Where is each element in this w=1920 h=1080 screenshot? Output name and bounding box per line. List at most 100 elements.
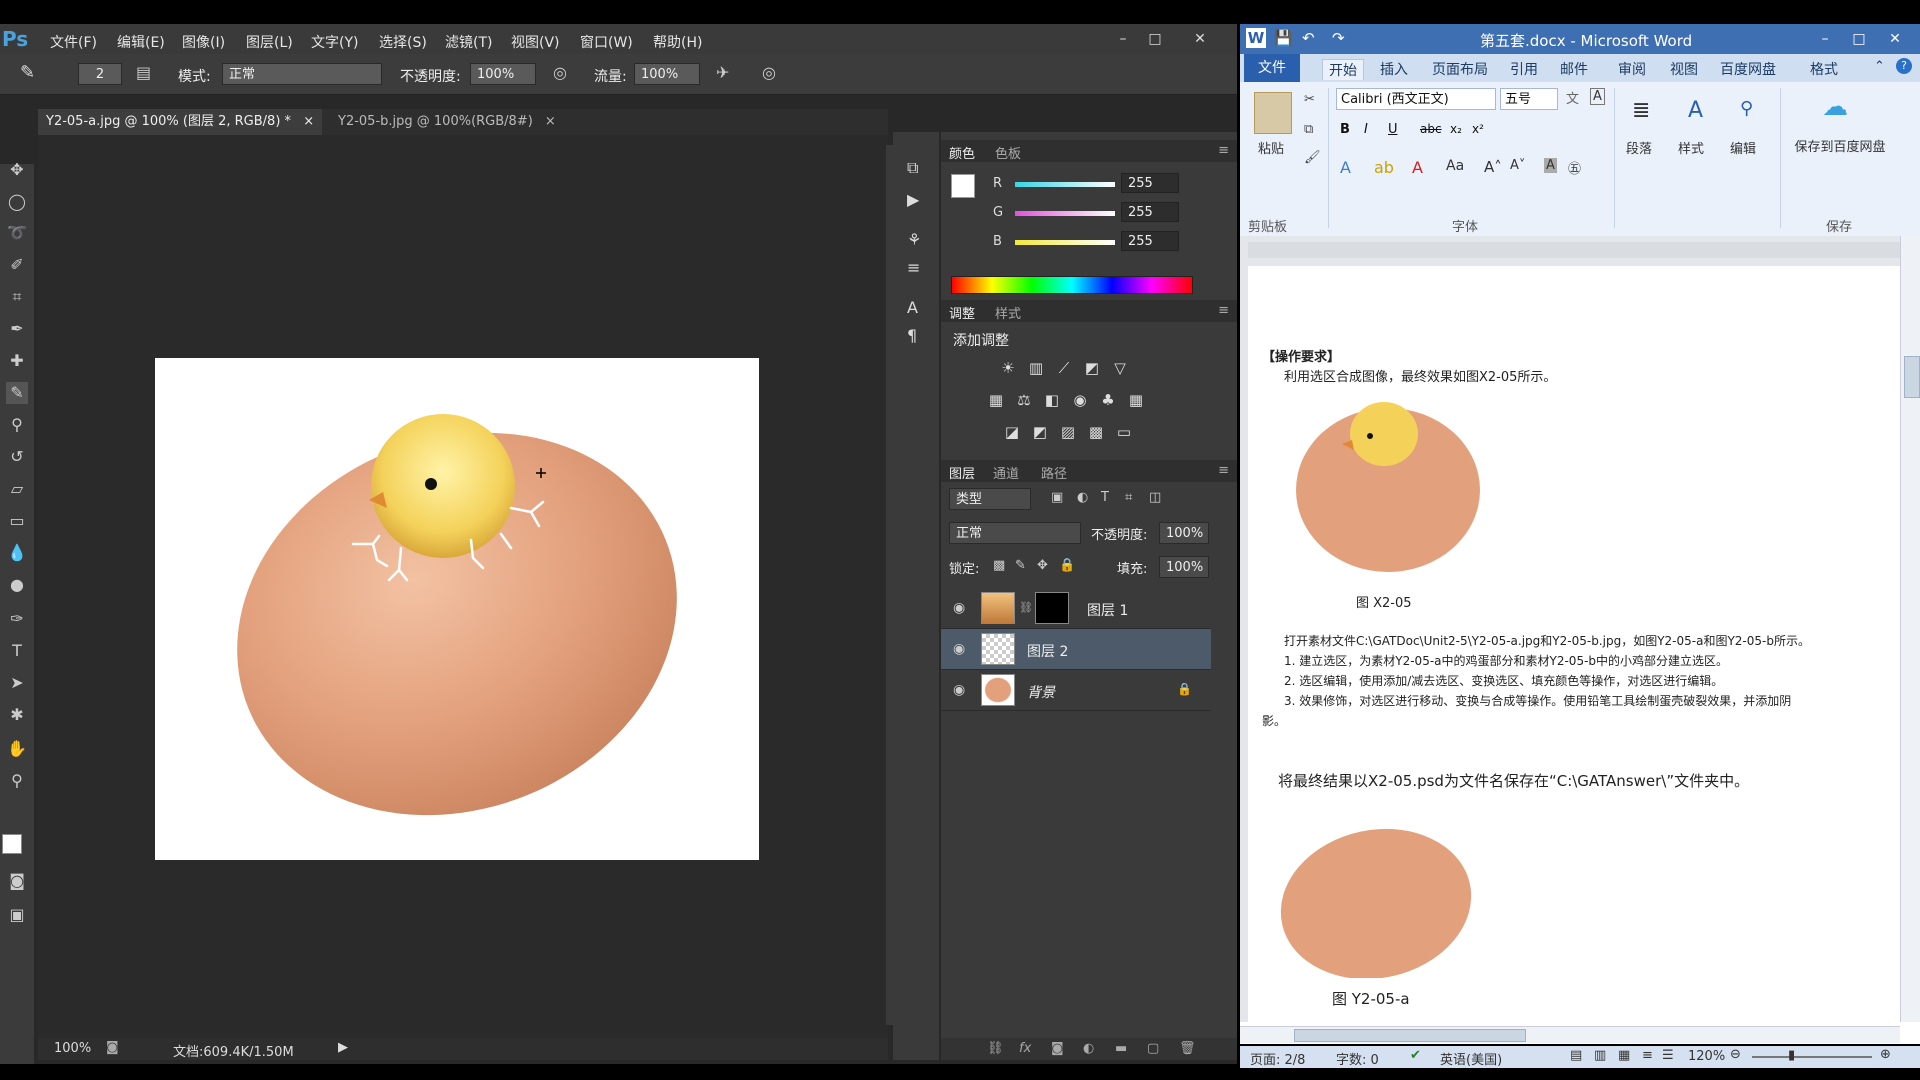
styles-button[interactable]: 样式 [1678,138,1704,157]
panel-menu-icon[interactable]: ≡ [1218,143,1229,158]
black-white-icon[interactable]: ◧ [1043,392,1061,408]
menu-edit[interactable]: 编辑(E) [117,32,165,52]
pressure-opacity-icon[interactable]: ◎ [553,63,567,82]
italic-icon[interactable]: I [1364,122,1368,137]
cut-icon[interactable]: ✂ [1304,92,1315,107]
panel-menu-icon[interactable]: ≡ [1218,303,1229,318]
fg-color-box[interactable] [951,174,975,198]
color-spectrum-bar[interactable] [951,276,1193,294]
word-maximize-button[interactable]: □ [1844,28,1874,50]
full-screen-reading-icon[interactable]: ▥ [1594,1048,1606,1063]
zoom-slider[interactable] [1752,1056,1872,1058]
actions-panel-icon[interactable]: ▶ [907,190,919,209]
lock-transparent-icon[interactable]: ▩ [993,558,1005,573]
tab-view[interactable]: 视图 [1670,59,1698,79]
zoom-in-icon[interactable]: ⊕ [1880,1047,1891,1062]
new-adjustment-icon[interactable]: ◐ [1083,1041,1094,1056]
paste-icon[interactable] [1254,92,1292,134]
brush-tool-selected-icon[interactable]: ✎ [6,382,28,404]
menu-image[interactable]: 图像(I) [182,32,225,52]
brush-presets-icon[interactable]: ≡ [907,258,920,277]
doc-tab-inactive[interactable]: Y2-05-b.jpg @ 100%(RGB/8#) × [330,109,564,135]
delete-layer-icon[interactable]: 🗑 [1179,1041,1196,1056]
channel-b-input[interactable]: 255 [1121,231,1179,251]
zoom-level[interactable]: 100% [54,1041,91,1056]
highlight-icon[interactable]: ab [1374,158,1394,177]
channel-r-input[interactable]: 255 [1121,173,1179,193]
doc-tab-active[interactable]: Y2-05-a.jpg @ 100% (图层 2, RGB/8) * × [38,109,323,135]
character-panel-icon[interactable]: A [907,298,918,317]
fx-icon[interactable]: fx [1019,1041,1031,1056]
levels-icon[interactable]: ▥ [1027,360,1045,376]
menu-window[interactable]: 窗口(W) [580,32,633,52]
layer-mask-thumbnail[interactable] [1035,592,1069,624]
layer-link-icon[interactable]: ⛓ [1019,601,1033,614]
lock-all-icon[interactable]: 🔒 [1059,558,1075,573]
document-canvas[interactable] [155,358,759,860]
tab-channels[interactable]: 通道 [993,463,1019,482]
visibility-eye-icon[interactable]: ◉ [953,641,965,657]
styles-icon[interactable]: A [1688,98,1703,123]
layer-blend-select[interactable]: 正常 [949,522,1081,544]
color-lookup-icon[interactable]: ▦ [1127,392,1145,408]
foreground-color-swatch[interactable] [2,834,22,854]
hand-tool-icon[interactable]: ✋ [6,738,28,760]
font-name-select[interactable]: Calibri (西文正文) [1336,88,1496,110]
quick-mask-icon[interactable]: ◙ [6,870,28,892]
filter-pixel-icon[interactable]: ▣ [1051,490,1063,505]
shape-tool-icon[interactable]: ✱ [6,704,28,726]
link-layers-icon[interactable]: ⛓ [987,1041,1004,1056]
menu-layer[interactable]: 图层(L) [246,32,293,52]
char-shading-icon[interactable]: A [1544,158,1557,173]
undo-icon[interactable]: ↶ [1302,29,1315,47]
menu-file[interactable]: 文件(F) [50,32,97,52]
lock-position-icon[interactable]: ✥ [1037,558,1048,573]
paragraph-button[interactable]: 段落 [1626,138,1652,157]
pinyin-guide-icon[interactable]: 文 [1566,88,1579,107]
ribbon-collapse-icon[interactable]: ⌃ [1874,59,1885,74]
tab-file[interactable]: 文件 [1244,54,1300,82]
channel-mixer-icon[interactable]: ♣ [1099,392,1117,408]
pressure-size-icon[interactable]: ◎ [762,63,776,82]
pen-tool-icon[interactable]: ✑ [6,608,28,630]
opacity-input[interactable]: 100% [470,63,536,85]
curves-icon[interactable]: ⟋ [1055,360,1073,376]
format-painter-icon[interactable]: 🖌 [1304,150,1321,165]
ps-close-button[interactable]: ✕ [1185,28,1215,50]
marquee-tool-icon[interactable]: ◯ [6,191,28,213]
dodge-tool-icon[interactable]: ● [6,574,28,596]
move-tool-icon[interactable]: ✥ [6,159,28,181]
doc-tab-close-icon[interactable]: × [303,114,314,129]
tab-styles[interactable]: 样式 [995,303,1021,322]
flow-input[interactable]: 100% [634,63,700,85]
stamp-tool-icon[interactable]: ⚲ [6,414,28,436]
tab-review[interactable]: 审阅 [1618,59,1646,79]
panel-menu-icon[interactable]: ≡ [1218,463,1229,478]
menu-select[interactable]: 选择(S) [379,32,427,52]
lock-pixels-icon[interactable]: ✎ [1015,558,1026,573]
tab-baidu-netdisk[interactable]: 百度网盘 [1720,59,1776,79]
strikethrough-icon[interactable]: abc [1420,122,1442,136]
layer-row[interactable]: ◉ ⛓ 图层 1 [941,588,1211,629]
status-menu-arrow-icon[interactable]: ▶ [338,1040,348,1055]
channel-b-slider[interactable] [1015,240,1115,245]
word-vertical-scrollbar[interactable] [1900,236,1920,1022]
tab-layers[interactable]: 图层 [949,463,975,482]
zoom-slider-thumb-icon[interactable]: ▮ [1788,1048,1795,1063]
baidu-cloud-icon[interactable]: ☁ [1822,92,1848,122]
brush-size-picker[interactable]: 2 [78,63,122,85]
blur-tool-icon[interactable]: 💧 [6,542,28,564]
vibrance-icon[interactable]: ▽ [1111,360,1129,376]
eyedropper-tool-icon[interactable]: ✒ [6,318,28,340]
menu-type[interactable]: 文字(Y) [311,32,358,52]
gradient-map-icon[interactable]: ▭ [1115,424,1133,440]
word-close-button[interactable]: ✕ [1880,28,1910,50]
shrink-font-icon[interactable]: A˅ [1510,158,1525,173]
tab-mailings[interactable]: 邮件 [1560,59,1588,79]
proofing-icon[interactable]: ✔ [1410,1048,1421,1063]
hue-saturation-icon[interactable]: ▦ [987,392,1005,408]
layer-row[interactable]: ◉ 背景 🔒 [941,670,1211,711]
document-page[interactable]: 【操作要求】 利用选区合成图像，最终效果如图X2-05所示。 图 X2-05 打… [1248,266,1900,1022]
tab-swatches[interactable]: 色板 [995,143,1021,162]
tab-home[interactable]: 开始 [1322,59,1364,80]
